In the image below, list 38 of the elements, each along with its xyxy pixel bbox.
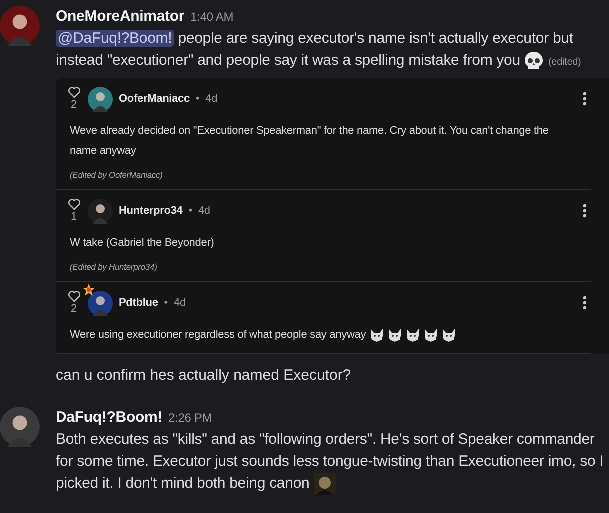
heart-icon[interactable] bbox=[68, 290, 80, 303]
more-options-icon[interactable] bbox=[583, 204, 587, 218]
edited-label: (edited) bbox=[548, 57, 582, 68]
heart-icon[interactable] bbox=[68, 198, 80, 211]
message-text: can u confirm hes actually named Executor? bbox=[55, 366, 352, 386]
separator-dot: • bbox=[188, 204, 192, 219]
avatar[interactable] bbox=[88, 86, 113, 112]
author-name[interactable]: DaFuq!?Boom! bbox=[56, 409, 163, 426]
edit-note: (Edited by Hunterpro34) bbox=[70, 261, 158, 273]
message-text: Both executes as "kills" and as "following orders". He's sort of Speaker commander for some time. Executor just sounds less tongue-twisting than Executioneer imo, so I picked it. I don't mind both being canon bbox=[56, 429, 609, 496]
more-options-icon[interactable] bbox=[583, 296, 587, 310]
avatar[interactable] bbox=[0, 6, 40, 46]
avatar[interactable] bbox=[0, 407, 40, 447]
like-count: 2 bbox=[71, 303, 77, 316]
star-badge-icon bbox=[83, 284, 95, 296]
separator-dot: • bbox=[164, 296, 168, 311]
comment-text: Were using executioner regardless of what people say anyway bbox=[70, 325, 591, 345]
comment-text: W take (Gabriel the Beyonder) bbox=[70, 236, 216, 251]
timestamp: 2:26 PM bbox=[168, 411, 212, 425]
comment-age: 4d bbox=[198, 204, 210, 219]
message-text: @DaFuq!?Boom! people are saying executor's name isn't actually executor but instead "executioner" and people say it was a spelling mistake from you (edited) bbox=[56, 28, 609, 74]
comment-text: Weve already decided on "Executioner Speakerman" for the name. Cry about it. You can't change the name anyway bbox=[70, 124, 550, 159]
separator-dot: • bbox=[196, 92, 200, 107]
avatar[interactable] bbox=[88, 198, 113, 224]
like-count: 2 bbox=[71, 99, 77, 112]
commenter-name[interactable]: Hunterpro34 bbox=[119, 200, 183, 222]
comment-age: 4d bbox=[206, 92, 218, 107]
mention-link[interactable]: @DaFuq!?Boom! bbox=[56, 30, 174, 47]
timestamp: 1:40 AM bbox=[190, 10, 234, 24]
commenter-name[interactable]: Pdtblue bbox=[119, 292, 158, 314]
more-options-icon[interactable] bbox=[583, 92, 587, 106]
heart-icon[interactable] bbox=[68, 86, 80, 99]
edit-note: (Edited by OoferManiacc) bbox=[70, 169, 164, 181]
comment-age: 4d bbox=[174, 296, 186, 311]
author-name[interactable]: OneMoreAnimator bbox=[56, 8, 185, 25]
like-count: 1 bbox=[71, 211, 77, 224]
commenter-name[interactable]: OoferManiacc bbox=[119, 88, 190, 110]
avatar[interactable] bbox=[88, 290, 113, 316]
